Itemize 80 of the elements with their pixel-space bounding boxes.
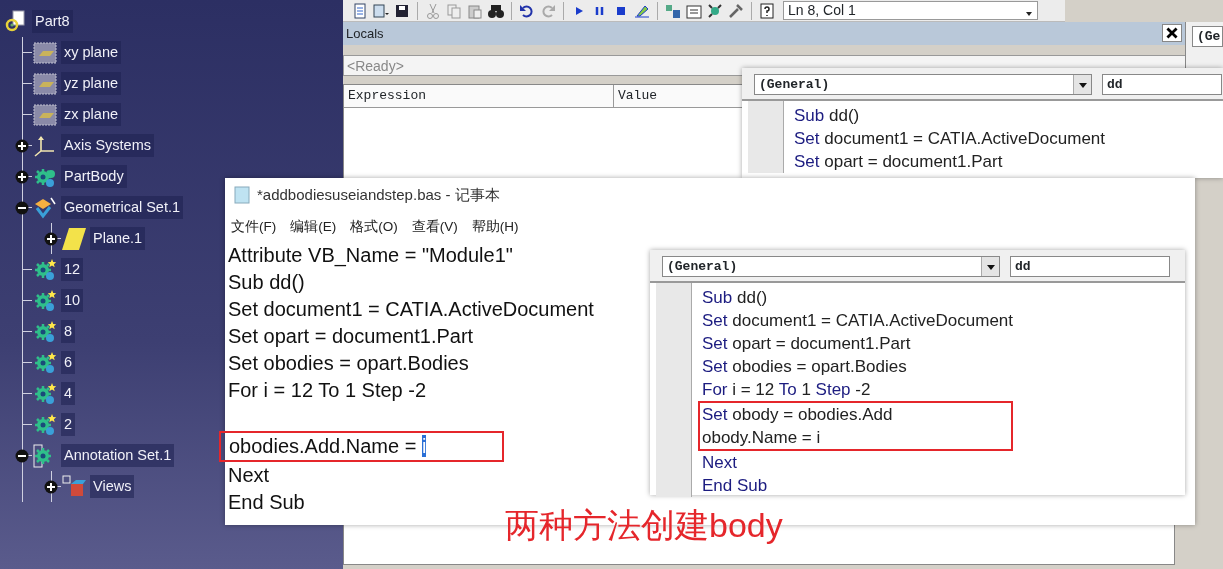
plane-icon xyxy=(62,226,86,251)
object-dropdown[interactable]: (Ge xyxy=(1192,26,1223,47)
notepad-icon xyxy=(233,185,251,205)
menu-item[interactable]: 格式(O) xyxy=(350,216,398,238)
document-gear-icon xyxy=(4,9,28,34)
collapse-icon[interactable] xyxy=(15,201,29,215)
code-line: obodies.Add.Name = i xyxy=(229,434,427,459)
caret-icon xyxy=(1025,10,1033,18)
expand-icon[interactable] xyxy=(44,480,58,494)
code-line: Set opart = document1.Part xyxy=(228,324,474,349)
gears-star-icon xyxy=(33,412,57,437)
collapse-icon[interactable] xyxy=(15,449,29,463)
window-title: *addbodiesuseiandstep.bas - 记事本 xyxy=(257,184,500,205)
tree-item-label[interactable]: 6 xyxy=(61,350,76,375)
gears-star-icon xyxy=(33,257,57,282)
code-line: For i = 12 To 1 Step -2 xyxy=(228,378,427,403)
gears-star-icon xyxy=(33,319,57,344)
code-line: Sub dd() xyxy=(794,105,860,127)
object-dropdown[interactable]: (General) xyxy=(662,256,1000,277)
menu-item[interactable]: 编辑(E) xyxy=(290,216,337,238)
object-browser-icon[interactable] xyxy=(706,1,724,20)
code-line: Set opart = document1.Part xyxy=(702,333,911,355)
code-line: Set obodies = opart.Bodies xyxy=(702,356,907,378)
cursor-position: Ln 8, Col 1 xyxy=(788,2,856,19)
expand-icon[interactable] xyxy=(15,139,29,153)
code-line: Set opart = document1.Part xyxy=(794,151,1003,173)
gears-star-icon xyxy=(33,288,57,313)
tree-item-label[interactable]: xy plane xyxy=(61,40,121,65)
dropdown-arrow-icon xyxy=(985,262,996,271)
code-line: Set document1 = CATIA.ActiveDocument xyxy=(702,310,1014,332)
tree-item-label[interactable]: PartBody xyxy=(61,164,127,189)
code-line: End Sub xyxy=(702,475,768,497)
code-line: Next xyxy=(702,452,737,474)
menu-item[interactable]: 文件(F) xyxy=(231,216,277,238)
tree-item-label[interactable]: 4 xyxy=(61,381,76,406)
code-line: obody.Name = i xyxy=(702,427,821,449)
tools-icon[interactable] xyxy=(727,1,745,20)
expand-icon[interactable] xyxy=(44,232,58,246)
menu-item[interactable]: 查看(V) xyxy=(411,216,458,238)
procedure-dropdown[interactable]: dd xyxy=(1010,256,1170,277)
tree-item-label[interactable]: 12 xyxy=(61,257,84,282)
locals-title: Locals xyxy=(346,25,384,43)
tree-item-label[interactable]: Axis Systems xyxy=(61,133,154,158)
tree-item-label[interactable]: 8 xyxy=(61,319,76,344)
procedure-dropdown[interactable]: dd xyxy=(1102,74,1222,95)
annotation-caption: 两种方法创建body xyxy=(505,505,783,546)
tree-item-label[interactable]: Annotation Set.1 xyxy=(61,443,175,468)
tree-item-label[interactable]: 2 xyxy=(61,412,76,437)
code-line: Sub dd() xyxy=(228,270,305,295)
dropdown-arrow-icon xyxy=(1077,80,1088,89)
code-line: Sub dd() xyxy=(702,287,768,309)
tree-item-label[interactable]: zx plane xyxy=(61,102,121,127)
tree-item-label[interactable]: Part8 xyxy=(32,9,73,34)
views-icon xyxy=(62,474,86,499)
code-line: Attribute VB_Name = "Module1" xyxy=(228,243,513,269)
gears-star-icon xyxy=(33,350,57,375)
plane-icon xyxy=(33,40,57,65)
shapes-icon xyxy=(33,195,57,220)
menu-item[interactable]: 帮助(H) xyxy=(471,216,519,238)
code-line: Set obodies = opart.Bodies xyxy=(228,351,469,376)
tree-item-label[interactable]: Plane.1 xyxy=(90,226,146,251)
code-line: End Sub xyxy=(228,490,305,515)
column-header[interactable]: Expression xyxy=(344,85,614,107)
help-icon[interactable] xyxy=(758,1,776,20)
gears-star-icon xyxy=(33,381,57,406)
object-dropdown[interactable]: (General) xyxy=(754,74,1092,95)
expand-icon[interactable] xyxy=(15,170,29,184)
code-line: Set obody = obodies.Add xyxy=(702,404,893,426)
code-line: Set document1 = CATIA.ActiveDocument xyxy=(228,297,594,322)
code-line: For i = 12 To 1 Step -2 xyxy=(702,379,871,401)
document-icon[interactable] xyxy=(351,1,369,20)
tree-item-label[interactable]: Geometrical Set.1 xyxy=(61,195,184,220)
tree-item-label[interactable]: Views xyxy=(90,474,135,499)
code-line: Next xyxy=(228,463,270,488)
plane-icon xyxy=(33,102,57,127)
plane-icon xyxy=(33,71,57,96)
tree-item-label[interactable]: yz plane xyxy=(61,71,121,96)
code-line: Set document1 = CATIA.ActiveDocument xyxy=(794,128,1106,150)
close-icon[interactable] xyxy=(1162,24,1182,42)
tree-item-label[interactable]: 10 xyxy=(61,288,84,313)
